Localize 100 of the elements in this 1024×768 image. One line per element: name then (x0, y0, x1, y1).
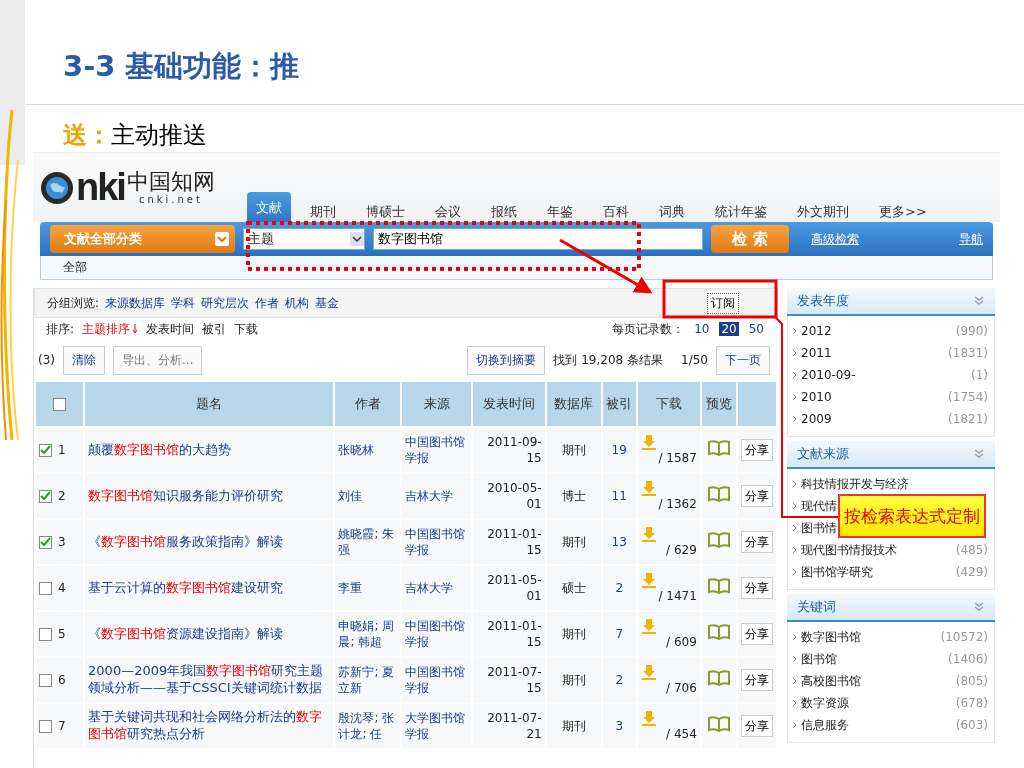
download-count: / 609 (666, 633, 697, 651)
book-icon[interactable] (707, 439, 730, 456)
database-cell: 期刊 (546, 658, 601, 702)
per-page-option[interactable]: 50 (746, 322, 766, 336)
clear-button[interactable]: 清除 (63, 345, 105, 375)
group-link[interactable]: 研究层次 (201, 294, 250, 312)
book-icon[interactable] (707, 623, 730, 640)
filter-item[interactable]: 现代情 (801, 497, 837, 515)
nav-tab[interactable]: 报纸 (482, 198, 526, 222)
filter-item[interactable]: 数字资源 (801, 694, 849, 712)
nav-tab[interactable]: 更多>> (870, 198, 936, 222)
share-button[interactable]: 分享 (740, 714, 773, 738)
nav-tab[interactable]: 百科 (594, 198, 638, 222)
share-button[interactable]: 分享 (740, 576, 773, 600)
group-link[interactable]: 来源数据库 (105, 294, 166, 312)
section-title: 文献来源 (797, 445, 849, 463)
filter-item[interactable]: 科技情报开发与经济 (801, 475, 909, 493)
filter-item[interactable]: 现代图书情报技术 (801, 541, 897, 559)
book-icon[interactable] (707, 485, 730, 502)
share-button[interactable]: 分享 (740, 668, 773, 692)
nav-tab[interactable]: 统计年鉴 (706, 198, 776, 222)
chevron-down-icon (973, 448, 985, 460)
download-icon[interactable] (640, 663, 657, 680)
download-icon[interactable] (640, 525, 657, 542)
sort-option[interactable]: 被引 (202, 320, 227, 338)
row-checkbox[interactable] (39, 489, 52, 503)
citation-count[interactable]: 7 (615, 626, 624, 641)
column-header: 下载 (637, 382, 700, 426)
filter-item[interactable]: 2011 (801, 346, 832, 360)
switch-view-button[interactable]: 切换到摘要 (467, 345, 546, 375)
filter-item[interactable]: 2009 (801, 412, 832, 426)
sort-option[interactable]: 下载 (234, 320, 259, 338)
date-cell: 2011-07-15 (472, 658, 545, 702)
field-select[interactable]: 主题 (243, 228, 365, 250)
nav-tab[interactable]: 会议 (426, 198, 470, 222)
nav-tab[interactable]: 外文期刊 (788, 198, 858, 222)
download-icon[interactable] (640, 479, 657, 496)
slide-title: 3-3 基础功能：推 (63, 48, 300, 85)
group-link[interactable]: 机构 (285, 294, 310, 312)
select-all-checkbox[interactable] (53, 398, 67, 412)
row-checkbox[interactable] (39, 535, 52, 549)
filter-item[interactable]: 图书馆学研究 (801, 563, 873, 581)
filter-item[interactable]: 数字图书馆 (801, 628, 861, 646)
group-link[interactable]: 学科 (171, 294, 196, 312)
download-icon[interactable] (640, 433, 657, 450)
filter-item[interactable]: 2010 (801, 390, 832, 404)
share-button[interactable]: 分享 (740, 622, 773, 646)
row-checkbox[interactable] (39, 443, 52, 457)
book-icon[interactable] (707, 715, 730, 732)
download-icon[interactable] (640, 617, 657, 634)
filter-item[interactable]: 2012 (801, 324, 832, 338)
per-page-option[interactable]: 10 (692, 322, 712, 336)
share-button[interactable]: 分享 (740, 438, 773, 462)
download-count: / 1587 (658, 449, 697, 467)
filter-section-header[interactable]: 关键词 (787, 594, 995, 622)
item-count: (678) (955, 696, 988, 710)
book-icon[interactable] (707, 669, 730, 686)
book-icon[interactable] (707, 577, 730, 594)
download-icon[interactable] (640, 571, 657, 588)
row-checkbox[interactable] (39, 627, 52, 641)
export-button[interactable]: 导出、分析... (113, 345, 203, 375)
nav-tab[interactable]: 词典 (650, 198, 694, 222)
nav-tab[interactable]: 博硕士 (357, 198, 414, 222)
group-link[interactable]: 基金 (315, 294, 340, 312)
nav-tab[interactable]: 期刊 (301, 198, 345, 222)
row-checkbox[interactable] (39, 673, 52, 687)
section-title: 关键词 (797, 598, 836, 616)
row-checkbox[interactable] (39, 581, 52, 595)
search-field[interactable]: 数字图书馆 (373, 228, 703, 250)
citation-count[interactable]: 2 (615, 580, 624, 595)
filter-item[interactable]: 图书馆 (801, 650, 837, 668)
citation-count[interactable]: 2 (615, 672, 624, 687)
next-page-button[interactable]: 下一页 (716, 345, 770, 375)
sort-option[interactable]: 发表时间 (146, 320, 195, 338)
share-button[interactable]: 分享 (740, 530, 773, 554)
result-count: 找到 19,208 条结果 (553, 351, 664, 369)
filter-item[interactable]: 高校图书馆 (801, 672, 861, 690)
filter-item[interactable]: 2010-09- (801, 368, 856, 382)
group-link[interactable]: 作者 (255, 294, 280, 312)
filter-section-header[interactable]: 发表年度 (787, 288, 995, 316)
citation-count[interactable]: 11 (611, 488, 627, 503)
column-header: 发表时间 (472, 382, 545, 426)
per-page-option[interactable]: 20 (719, 322, 739, 336)
download-icon[interactable] (640, 709, 657, 726)
book-icon[interactable] (707, 531, 730, 548)
row-checkbox[interactable] (39, 719, 52, 733)
column-header: 被引 (602, 382, 636, 426)
citation-count[interactable]: 3 (615, 718, 624, 733)
navigation-link[interactable]: 导航 (959, 230, 983, 248)
filter-item[interactable]: 图书情 (801, 519, 837, 537)
advanced-search-link[interactable]: 高级检索 (811, 230, 859, 248)
citation-count[interactable]: 19 (611, 442, 627, 457)
nav-tab[interactable]: 文献 (247, 192, 291, 222)
sort-option[interactable]: 主题排序 (82, 320, 131, 338)
citation-count[interactable]: 13 (611, 534, 627, 549)
share-button[interactable]: 分享 (740, 484, 773, 508)
filter-item[interactable]: 信息服务 (801, 716, 849, 734)
nav-tab[interactable]: 年鉴 (538, 198, 582, 222)
filter-section-header[interactable]: 文献来源 (787, 441, 995, 469)
subscribe-button[interactable]: 订阅 (707, 292, 739, 314)
